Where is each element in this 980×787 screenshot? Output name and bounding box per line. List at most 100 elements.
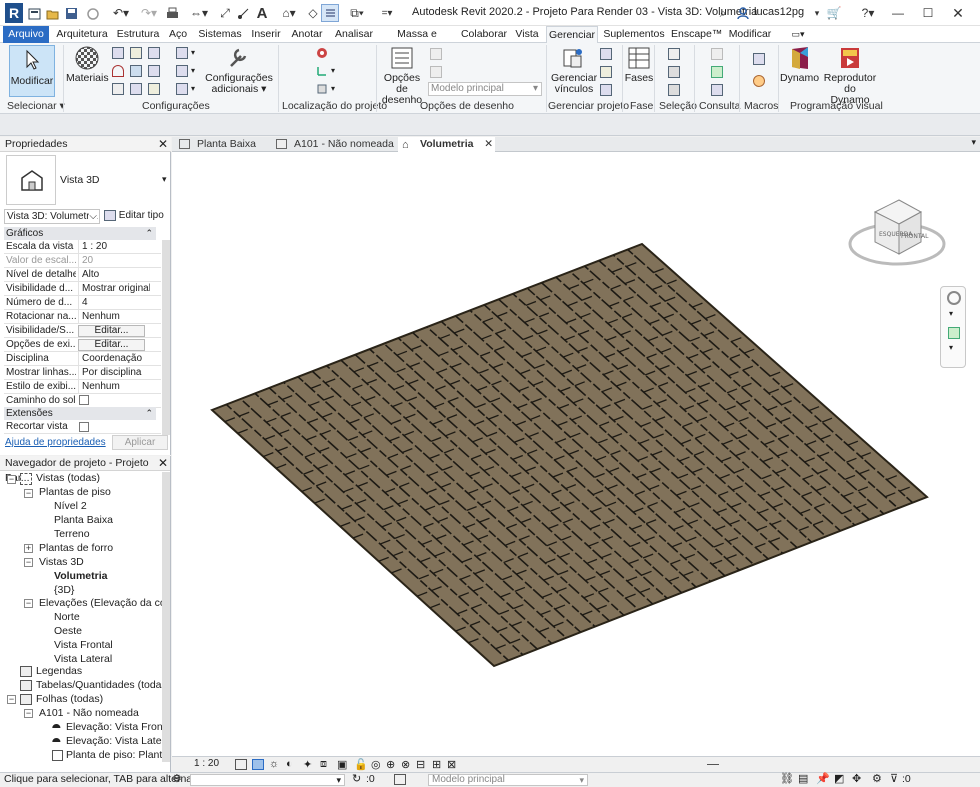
collapse-toggle[interactable]: − <box>24 599 33 608</box>
tree-node[interactable]: Elevação: Vista Fronta <box>66 721 170 734</box>
manage-images-icon[interactable] <box>600 66 612 78</box>
chevron-down-icon[interactable]: ▾ <box>162 174 167 185</box>
properties-scrollbar[interactable] <box>162 240 170 435</box>
dropdown-icon[interactable]: ▾ <box>191 84 203 96</box>
tree-node-active[interactable]: Volumetria <box>54 570 107 583</box>
background-processes-icon[interactable]: ⚙ <box>872 773 882 786</box>
close-tab-icon[interactable]: ✕ <box>484 137 493 151</box>
undo-icon[interactable]: ↶▾ <box>110 4 132 22</box>
design-options-icon[interactable] <box>390 46 414 70</box>
coordinates-icon[interactable] <box>316 65 328 77</box>
search-binoculars-icon[interactable]: ⌕ <box>716 4 730 22</box>
prop-row[interactable]: Nível de detalhe Alto <box>4 268 161 282</box>
collapse-toggle[interactable]: − <box>7 475 16 484</box>
view-scale[interactable]: 1 : 20 <box>194 758 219 769</box>
transfer-standards-icon[interactable] <box>112 83 124 95</box>
tab-analisar[interactable]: Analisar <box>332 26 376 43</box>
pick-to-edit-icon[interactable] <box>430 48 442 60</box>
save-icon[interactable] <box>64 4 78 22</box>
user-icon[interactable] <box>736 4 750 22</box>
viewcube[interactable]: ESQUERDA FRONTAL <box>847 192 947 272</box>
cart-icon[interactable]: 🛒 <box>826 4 842 22</box>
prop-row[interactable]: Escala da vista 1 : 20 <box>4 240 161 254</box>
tree-node[interactable]: Plantas de piso <box>39 486 111 499</box>
tag-icon[interactable] <box>236 4 250 22</box>
ids-of-selection-icon[interactable] <box>711 66 723 78</box>
lock-view-icon[interactable]: 🔓 <box>354 758 368 771</box>
tree-node[interactable]: {3D} <box>54 584 74 597</box>
object-styles-icon[interactable] <box>112 47 124 59</box>
tree-node[interactable]: Folhas (todas) <box>36 693 103 706</box>
wrench-icon[interactable] <box>227 46 251 70</box>
tree-node[interactable]: Elevações (Elevação da constr <box>39 597 170 610</box>
phases-icon[interactable] <box>627 46 651 70</box>
tab-inserir[interactable]: Inserir <box>250 26 282 43</box>
crop-region-icon[interactable]: ▣ <box>337 758 347 771</box>
tree-node[interactable]: Plantas de forro <box>39 542 113 555</box>
select-underlay-icon[interactable]: ▤ <box>798 773 808 786</box>
tab-arquivo[interactable]: Arquivo <box>3 26 49 43</box>
dynamo-player-icon[interactable] <box>838 45 862 71</box>
prop-row[interactable]: Visibilidade d... Mostrar original <box>4 282 161 296</box>
edit-visibility-button[interactable]: Editar... <box>78 325 145 337</box>
hide-isolate-icon[interactable]: ◎ <box>371 758 381 771</box>
worksharing-icon[interactable]: ⊟ <box>416 758 425 771</box>
project-parameters-icon[interactable] <box>112 65 124 77</box>
starting-view-icon[interactable] <box>600 48 612 60</box>
purge-icon[interactable] <box>130 83 142 95</box>
switch-windows-icon[interactable]: ⧉▾ <box>346 4 368 22</box>
instance-filter-select[interactable]: Vista 3D: Volumetria ⌵ <box>4 209 100 224</box>
group-selecionar[interactable]: Selecionar ▾ <box>7 100 65 112</box>
properties-help-link[interactable]: Ajuda de propriedades <box>5 437 106 448</box>
dropdown-icon[interactable]: ▾ <box>191 48 203 60</box>
tab-arquitetura[interactable]: Arquitetura <box>53 26 111 43</box>
select-pinned-icon[interactable]: 📌 <box>816 773 830 786</box>
tab-vista[interactable]: Vista <box>513 26 541 43</box>
analytical-icon[interactable]: ⊞ <box>432 758 441 771</box>
project-info-icon[interactable] <box>148 47 160 59</box>
mep-settings-icon[interactable] <box>176 65 188 77</box>
user-dropdown-icon[interactable]: ▾ <box>812 4 822 22</box>
tree-node[interactable]: Legendas <box>36 665 82 678</box>
tab-suplementos[interactable]: Suplementos <box>602 26 666 43</box>
revit-logo[interactable]: R <box>5 3 23 23</box>
tree-node[interactable]: Planta de piso: Planta B <box>66 749 170 762</box>
steering-wheel-icon[interactable] <box>947 291 961 305</box>
snaps-icon[interactable] <box>130 47 142 59</box>
load-selection-icon[interactable] <box>668 66 680 78</box>
warnings-icon[interactable] <box>711 84 723 96</box>
tree-node[interactable]: Planta Baixa <box>54 514 113 527</box>
open-icon[interactable] <box>27 4 41 22</box>
measure-icon[interactable]: ⇔▾ <box>188 4 210 22</box>
reveal-hidden-icon[interactable]: ⊕ <box>386 758 395 771</box>
editing-requests-icon[interactable]: ↻ <box>352 773 361 786</box>
global-parameters-icon[interactable] <box>148 65 160 77</box>
tab-estrutura[interactable]: Estrutura <box>116 26 160 43</box>
folder-icon[interactable] <box>45 4 59 22</box>
tree-node[interactable]: Terreno <box>54 528 90 541</box>
select-by-face-icon[interactable]: ◩ <box>834 773 844 786</box>
chevron-down-icon[interactable]: ▾ <box>949 309 953 318</box>
close-icon[interactable]: ✕ <box>158 137 168 152</box>
type-selector[interactable]: Vista 3D ▾ <box>4 155 170 205</box>
visual-style-icon[interactable] <box>252 759 264 770</box>
ribbon-options-icon[interactable]: ▭▾ <box>786 26 810 43</box>
redo-icon[interactable]: ↷▾ <box>138 4 160 22</box>
edit-type-button[interactable]: Editar tipo <box>104 209 168 224</box>
help-icon[interactable]: ?▾ <box>856 4 880 22</box>
tree-node[interactable]: Oeste <box>54 625 82 638</box>
dropdown-icon[interactable]: ▾ <box>191 66 203 78</box>
close-icon[interactable]: ✕ <box>950 4 966 22</box>
additional-settings-label[interactable]: Configurações adicionais ▾ <box>205 73 273 95</box>
macro-manager-icon[interactable] <box>753 53 765 65</box>
tree-node[interactable]: Vistas (todas) <box>36 472 100 485</box>
sun-path-icon[interactable]: ☼ <box>269 758 279 770</box>
save-selection-icon[interactable] <box>668 48 680 60</box>
tree-node[interactable]: Vista Frontal <box>54 639 113 652</box>
3d-viewport[interactable]: ESQUERDA FRONTAL ▾ ▾ <box>172 152 980 756</box>
detail-level-icon[interactable] <box>235 759 247 770</box>
select-links-icon[interactable]: ⛓ <box>780 773 794 786</box>
render-icon[interactable]: ✦ <box>303 758 312 771</box>
user-name[interactable]: lucas12pg <box>754 6 804 18</box>
tab-volumetria[interactable]: ⌂ Volumetria ✕ <box>398 137 495 152</box>
